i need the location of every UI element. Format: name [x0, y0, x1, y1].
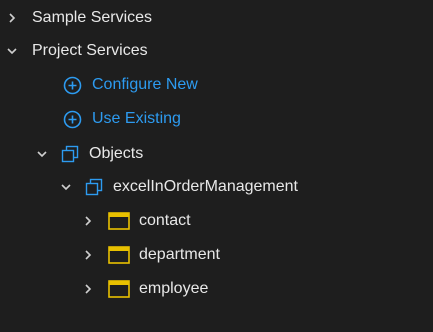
action-label: Use Existing: [92, 110, 181, 127]
table-icon: [108, 246, 130, 264]
objects-icon: [60, 144, 80, 164]
tree-node-project-services[interactable]: Project Services: [6, 36, 148, 66]
chevron-right-icon[interactable]: [82, 283, 94, 295]
tree-node-excelinordermanagement[interactable]: excelInOrderManagement: [60, 172, 298, 202]
tree-node-sample-services[interactable]: Sample Services: [6, 3, 152, 33]
tree-node-label: Sample Services: [32, 9, 153, 26]
chevron-down-icon[interactable]: [6, 45, 18, 57]
tree-node-label: department: [139, 246, 220, 263]
chevron-down-icon[interactable]: [36, 148, 48, 160]
tree-node-label: excelInOrderManagement: [113, 178, 298, 195]
chevron-down-icon[interactable]: [60, 181, 72, 193]
tree-node-objects[interactable]: Objects: [36, 139, 143, 169]
tree-node-label: Project Services: [32, 42, 148, 59]
tree-node-department[interactable]: department: [82, 240, 220, 270]
configure-new-action[interactable]: Configure New: [63, 70, 198, 100]
tree-node-label: Objects: [89, 145, 144, 162]
tree-node-contact[interactable]: contact: [82, 206, 191, 236]
table-icon: [108, 280, 130, 298]
tree-node-label: employee: [139, 280, 209, 297]
chevron-right-icon[interactable]: [82, 215, 94, 227]
action-label: Configure New: [92, 76, 198, 93]
tree-node-label: contact: [139, 212, 191, 229]
chevron-right-icon[interactable]: [6, 12, 18, 24]
objects-icon: [84, 177, 104, 197]
use-existing-action[interactable]: Use Existing: [63, 104, 181, 134]
plus-circle-icon: [63, 110, 82, 129]
tree-node-employee[interactable]: employee: [82, 274, 208, 304]
project-explorer-tree: Sample Services Project Services Configu…: [0, 0, 433, 332]
table-icon: [108, 212, 130, 230]
chevron-right-icon[interactable]: [82, 249, 94, 261]
plus-circle-icon: [63, 76, 82, 95]
